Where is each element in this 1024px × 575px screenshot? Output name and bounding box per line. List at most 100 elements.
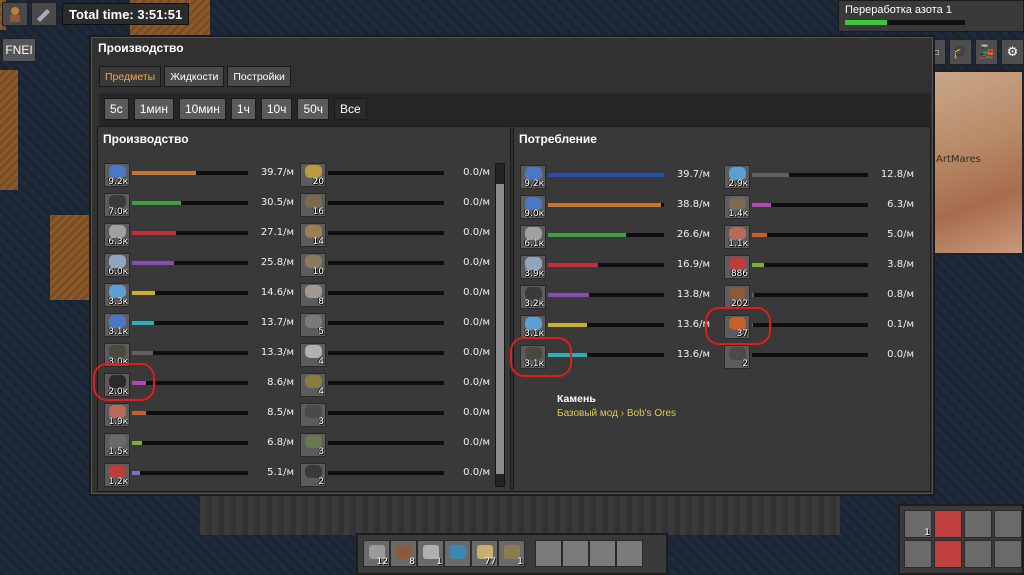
item-icon[interactable]: 3 xyxy=(300,433,326,457)
item-icon[interactable]: 202 xyxy=(724,285,750,309)
quickbar-slot[interactable] xyxy=(589,540,616,567)
weapon-slot[interactable] xyxy=(964,510,992,538)
item-icon[interactable]: 3.2к xyxy=(520,285,546,309)
item-icon[interactable]: 5 xyxy=(300,313,326,337)
tool-button[interactable] xyxy=(31,2,57,26)
minimap[interactable]: ArtMares xyxy=(930,70,1024,255)
blueprint-button[interactable]: ⚙ xyxy=(1000,39,1024,65)
item-icon[interactable]: 9.2к xyxy=(520,165,546,189)
production-building-row[interactable]: 20 0.0/м xyxy=(300,163,490,187)
item-icon[interactable]: 2.9к xyxy=(724,165,750,189)
production-item-row[interactable]: 3.1к 13.7/м xyxy=(104,313,294,337)
production-building-row[interactable]: 3 0.0/м xyxy=(300,433,490,457)
item-icon[interactable]: 6.0к xyxy=(104,253,130,277)
production-building-row[interactable]: 4 0.0/м xyxy=(300,343,490,367)
item-icon[interactable]: 6.3к xyxy=(104,223,130,247)
fnei-button[interactable]: FNEI xyxy=(2,38,36,62)
item-icon[interactable]: 886 xyxy=(724,255,750,279)
consumption-item-b-row[interactable]: 2 0.0/м xyxy=(724,345,914,369)
item-icon[interactable]: 10 xyxy=(300,253,326,277)
range-all-button[interactable]: Все xyxy=(334,98,367,120)
consumption-item-row[interactable]: 3.1к 13.6/м xyxy=(520,315,710,339)
item-icon[interactable]: 1.2к xyxy=(104,463,130,487)
consumption-item-row[interactable]: 6.1к 26.6/м xyxy=(520,225,710,249)
quickbar-slot[interactable]: 1 xyxy=(417,540,444,567)
item-icon[interactable]: 6.1к xyxy=(520,225,546,249)
item-icon[interactable]: 8 xyxy=(300,283,326,307)
item-icon[interactable]: 1.9к xyxy=(104,403,130,427)
tab-fluids[interactable]: Жидкости xyxy=(164,66,225,87)
quickbar-slot[interactable]: 77 xyxy=(471,540,498,567)
quickbar-slot[interactable]: 1 xyxy=(498,540,525,567)
consumption-item-b-row[interactable]: 1.1к 5.0/м xyxy=(724,225,914,249)
research-progress-panel[interactable]: Переработка азота 1 xyxy=(838,0,1024,32)
production-item-row[interactable]: 1.2к 5.1/м xyxy=(104,463,294,487)
item-icon[interactable]: 2 xyxy=(724,345,750,369)
item-icon[interactable]: 9.2к xyxy=(104,163,130,187)
weapon-slot[interactable] xyxy=(934,540,962,568)
consumption-item-row[interactable]: 3.2к 13.8/м xyxy=(520,285,710,309)
production-building-row[interactable]: 2 0.0/м xyxy=(300,463,490,487)
item-icon[interactable]: 3.9к xyxy=(520,255,546,279)
weapon-slot[interactable] xyxy=(994,540,1022,568)
range-1min-button[interactable]: 1мин xyxy=(133,98,174,120)
consumption-item-b-row[interactable]: 1.4к 6.3/м xyxy=(724,195,914,219)
item-icon[interactable]: 7.0к xyxy=(104,193,130,217)
item-icon[interactable]: 1.5к xyxy=(104,433,130,457)
quickbar-slot[interactable] xyxy=(535,540,562,567)
range-10h-button[interactable]: 10ч xyxy=(260,98,293,120)
production-building-row[interactable]: 3 0.0/м xyxy=(300,403,490,427)
consumption-item-b-row[interactable]: 886 3.8/м xyxy=(724,255,914,279)
weapon-slot[interactable] xyxy=(964,540,992,568)
production-item-row[interactable]: 6.3к 27.1/м xyxy=(104,223,294,247)
weapon-slot[interactable] xyxy=(994,510,1022,538)
production-building-row[interactable]: 8 0.0/м xyxy=(300,283,490,307)
consumption-item-b-row[interactable]: 202 0.8/м xyxy=(724,285,914,309)
item-icon[interactable]: 2 xyxy=(300,463,326,487)
item-icon[interactable]: 20 xyxy=(300,163,326,187)
weapon-slot[interactable] xyxy=(904,540,932,568)
production-item-row[interactable]: 9.2к 39.7/м xyxy=(104,163,294,187)
production-building-row[interactable]: 10 0.0/м xyxy=(300,253,490,277)
weapon-slot[interactable] xyxy=(934,510,962,538)
item-icon[interactable]: 3.3к xyxy=(104,283,130,307)
production-item-row[interactable]: 6.0к 25.8/м xyxy=(104,253,294,277)
quickbar-slot[interactable] xyxy=(562,540,589,567)
item-icon[interactable]: 16 xyxy=(300,193,326,217)
item-icon[interactable]: 3.1к xyxy=(520,315,546,339)
quickbar-slot[interactable]: 12 xyxy=(363,540,390,567)
character-portrait-button[interactable] xyxy=(2,2,28,26)
production-item-row[interactable]: 1.5к 6.8/м xyxy=(104,433,294,457)
tab-items[interactable]: Предметы xyxy=(99,66,162,87)
production-building-row[interactable]: 14 0.0/м xyxy=(300,223,490,247)
consumption-item-b-row[interactable]: 2.9к 12.8/м xyxy=(724,165,914,189)
range-1h-button[interactable]: 1ч xyxy=(230,98,256,120)
item-icon[interactable]: 1.4к xyxy=(724,195,750,219)
range-50h-button[interactable]: 50ч xyxy=(297,98,330,120)
tab-buildings[interactable]: Постройки xyxy=(227,66,291,87)
train-button[interactable]: 🚂 xyxy=(974,39,998,65)
scroll-thumb[interactable] xyxy=(496,184,504,474)
item-icon[interactable]: 1.1к xyxy=(724,225,750,249)
production-scrollbar[interactable] xyxy=(495,163,505,487)
consumption-item-row[interactable]: 3.9к 16.9/м xyxy=(520,255,710,279)
item-icon[interactable]: 9.0к xyxy=(520,195,546,219)
consumption-item-row[interactable]: 9.2к 39.7/м xyxy=(520,165,710,189)
production-item-row[interactable]: 7.0к 30.5/м xyxy=(104,193,294,217)
research-button[interactable]: 🎓 xyxy=(948,39,972,65)
consumption-item-row[interactable]: 9.0к 38.8/м xyxy=(520,195,710,219)
item-icon[interactable]: 3 xyxy=(300,403,326,427)
item-icon[interactable]: 3.1к xyxy=(104,313,130,337)
weapon-slot[interactable]: 1 xyxy=(904,510,932,538)
production-item-row[interactable]: 3.3к 14.6/м xyxy=(104,283,294,307)
production-building-row[interactable]: 16 0.0/м xyxy=(300,193,490,217)
production-item-row[interactable]: 1.9к 8.5/м xyxy=(104,403,294,427)
quickbar-slot[interactable] xyxy=(444,540,471,567)
range-5s-button[interactable]: 5с xyxy=(104,98,129,120)
quickbar-slot[interactable]: 8 xyxy=(390,540,417,567)
item-icon[interactable]: 4 xyxy=(300,373,326,397)
quickbar-slot[interactable] xyxy=(616,540,643,567)
production-building-row[interactable]: 4 0.0/м xyxy=(300,373,490,397)
range-10min-button[interactable]: 10мин xyxy=(178,98,226,120)
item-icon[interactable]: 4 xyxy=(300,343,326,367)
